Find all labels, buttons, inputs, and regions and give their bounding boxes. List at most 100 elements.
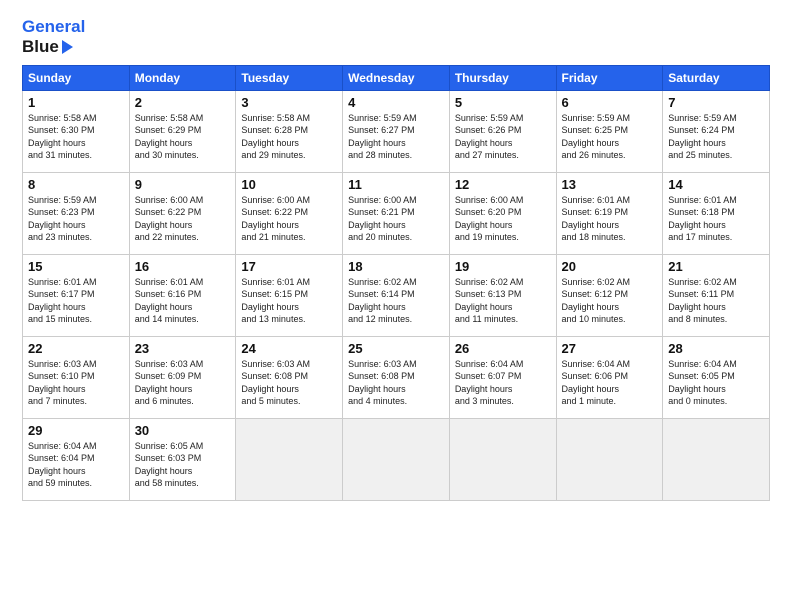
cell-info: Sunrise: 6:04 AMSunset: 6:06 PMDaylight … (562, 359, 631, 407)
calendar-table: SundayMondayTuesdayWednesdayThursdayFrid… (22, 65, 770, 501)
day-header-saturday: Saturday (663, 65, 770, 90)
cell-info: Sunrise: 5:59 AMSunset: 6:23 PMDaylight … (28, 195, 97, 243)
day-number: 28 (668, 341, 764, 356)
calendar-cell: 12Sunrise: 6:00 AMSunset: 6:20 PMDayligh… (449, 172, 556, 254)
calendar-cell: 27 Sunrise: 6:04 AMSunset: 6:06 PMDayligh… (556, 336, 663, 418)
day-number: 13 (562, 177, 658, 192)
day-number: 7 (668, 95, 764, 110)
calendar-week-1: 1 Sunrise: 5:58 AMSunset: 6:30 PMDaylight… (23, 90, 770, 172)
cell-info: Sunrise: 5:58 AMSunset: 6:28 PMDaylight … (241, 113, 310, 161)
cell-info: Sunrise: 6:01 AMSunset: 6:19 PMDaylight … (562, 195, 631, 243)
cell-info: Sunrise: 6:02 AMSunset: 6:11 PMDaylight … (668, 277, 737, 325)
cell-info: Sunrise: 5:59 AMSunset: 6:25 PMDaylight … (562, 113, 631, 161)
cell-info: Sunrise: 5:58 AMSunset: 6:29 PMDaylight … (135, 113, 204, 161)
day-number: 25 (348, 341, 444, 356)
cell-info: Sunrise: 5:59 AMSunset: 6:27 PMDaylight … (348, 113, 417, 161)
cell-info: Sunrise: 6:00 AMSunset: 6:21 PMDaylight … (348, 195, 417, 243)
calendar-cell (236, 418, 343, 500)
calendar-cell: 17 Sunrise: 6:01 AMSunset: 6:15 PMDayligh… (236, 254, 343, 336)
cell-info: Sunrise: 5:58 AMSunset: 6:30 PMDaylight … (28, 113, 97, 161)
day-number: 24 (241, 341, 337, 356)
logo-general: General (22, 17, 85, 36)
calendar-cell: 29 Sunrise: 6:04 AMSunset: 6:04 PMDayligh… (23, 418, 130, 500)
day-number: 30 (135, 423, 231, 438)
cell-info: Sunrise: 6:00 AMSunset: 6:22 PMDaylight … (135, 195, 204, 243)
calendar-cell: 4 Sunrise: 5:59 AMSunset: 6:27 PMDaylight… (343, 90, 450, 172)
calendar-week-4: 22 Sunrise: 6:03 AMSunset: 6:10 PMDayligh… (23, 336, 770, 418)
cell-info: Sunrise: 6:02 AMSunset: 6:13 PMDaylight … (455, 277, 524, 325)
day-number: 15 (28, 259, 124, 274)
day-number: 16 (135, 259, 231, 274)
day-number: 4 (348, 95, 444, 110)
calendar-cell: 2 Sunrise: 5:58 AMSunset: 6:29 PMDaylight… (129, 90, 236, 172)
day-number: 27 (562, 341, 658, 356)
calendar-cell: 20Sunrise: 6:02 AMSunset: 6:12 PMDayligh… (556, 254, 663, 336)
calendar-cell: 25 Sunrise: 6:03 AMSunset: 6:08 PMDayligh… (343, 336, 450, 418)
calendar-cell: 1 Sunrise: 5:58 AMSunset: 6:30 PMDaylight… (23, 90, 130, 172)
logo: General Blue (22, 18, 85, 57)
day-number: 10 (241, 177, 337, 192)
calendar-cell: 14 Sunrise: 6:01 AMSunset: 6:18 PMDayligh… (663, 172, 770, 254)
day-header-tuesday: Tuesday (236, 65, 343, 90)
day-header-sunday: Sunday (23, 65, 130, 90)
calendar-cell (556, 418, 663, 500)
cell-info: Sunrise: 6:04 AMSunset: 6:07 PMDaylight … (455, 359, 524, 407)
calendar-cell: 5 Sunrise: 5:59 AMSunset: 6:26 PMDaylight… (449, 90, 556, 172)
day-header-wednesday: Wednesday (343, 65, 450, 90)
day-number: 11 (348, 177, 444, 192)
cell-info: Sunrise: 6:01 AMSunset: 6:16 PMDaylight … (135, 277, 204, 325)
logo-blue: Blue (22, 37, 59, 57)
calendar-cell (449, 418, 556, 500)
cell-info: Sunrise: 6:03 AMSunset: 6:08 PMDaylight … (241, 359, 310, 407)
cell-info: Sunrise: 6:03 AMSunset: 6:10 PMDaylight … (28, 359, 97, 407)
cell-info: Sunrise: 6:04 AMSunset: 6:05 PMDaylight … (668, 359, 737, 407)
cell-info: Sunrise: 6:01 AMSunset: 6:18 PMDaylight … (668, 195, 737, 243)
day-number: 17 (241, 259, 337, 274)
calendar-cell: 13 Sunrise: 6:01 AMSunset: 6:19 PMDayligh… (556, 172, 663, 254)
day-number: 6 (562, 95, 658, 110)
calendar-header-row: SundayMondayTuesdayWednesdayThursdayFrid… (23, 65, 770, 90)
cell-info: Sunrise: 6:04 AMSunset: 6:04 PMDaylight … (28, 441, 97, 489)
day-number: 20 (562, 259, 658, 274)
calendar-cell (663, 418, 770, 500)
page-header: General Blue (22, 18, 770, 57)
cell-info: Sunrise: 6:00 AMSunset: 6:22 PMDaylight … (241, 195, 310, 243)
day-number: 29 (28, 423, 124, 438)
cell-info: Sunrise: 6:00 AMSunset: 6:20 PMDaylight … (455, 195, 524, 243)
cell-info: Sunrise: 6:05 AMSunset: 6:03 PMDaylight … (135, 441, 204, 489)
day-header-thursday: Thursday (449, 65, 556, 90)
cell-info: Sunrise: 6:03 AMSunset: 6:08 PMDaylight … (348, 359, 417, 407)
day-header-monday: Monday (129, 65, 236, 90)
cell-info: Sunrise: 6:02 AMSunset: 6:14 PMDaylight … (348, 277, 417, 325)
day-number: 18 (348, 259, 444, 274)
cell-info: Sunrise: 5:59 AMSunset: 6:26 PMDaylight … (455, 113, 524, 161)
day-number: 9 (135, 177, 231, 192)
calendar-cell: 22 Sunrise: 6:03 AMSunset: 6:10 PMDayligh… (23, 336, 130, 418)
day-number: 5 (455, 95, 551, 110)
calendar-cell: 7Sunrise: 5:59 AMSunset: 6:24 PMDaylight… (663, 90, 770, 172)
calendar-cell: 15Sunrise: 6:01 AMSunset: 6:17 PMDayligh… (23, 254, 130, 336)
calendar-cell: 8 Sunrise: 5:59 AMSunset: 6:23 PMDaylight… (23, 172, 130, 254)
day-number: 1 (28, 95, 124, 110)
calendar-week-2: 8 Sunrise: 5:59 AMSunset: 6:23 PMDaylight… (23, 172, 770, 254)
calendar-cell: 6 Sunrise: 5:59 AMSunset: 6:25 PMDaylight… (556, 90, 663, 172)
day-number: 22 (28, 341, 124, 356)
day-number: 21 (668, 259, 764, 274)
day-number: 23 (135, 341, 231, 356)
calendar-cell: 19 Sunrise: 6:02 AMSunset: 6:13 PMDayligh… (449, 254, 556, 336)
day-number: 26 (455, 341, 551, 356)
calendar-cell: 26 Sunrise: 6:04 AMSunset: 6:07 PMDayligh… (449, 336, 556, 418)
calendar-week-5: 29 Sunrise: 6:04 AMSunset: 6:04 PMDayligh… (23, 418, 770, 500)
calendar-cell: 18 Sunrise: 6:02 AMSunset: 6:14 PMDayligh… (343, 254, 450, 336)
calendar-cell (343, 418, 450, 500)
day-number: 2 (135, 95, 231, 110)
calendar-cell: 16 Sunrise: 6:01 AMSunset: 6:16 PMDayligh… (129, 254, 236, 336)
day-number: 14 (668, 177, 764, 192)
calendar-cell: 23Sunrise: 6:03 AMSunset: 6:09 PMDayligh… (129, 336, 236, 418)
cell-info: Sunrise: 6:01 AMSunset: 6:15 PMDaylight … (241, 277, 310, 325)
day-number: 19 (455, 259, 551, 274)
calendar-cell: 30 Sunrise: 6:05 AMSunset: 6:03 PMDayligh… (129, 418, 236, 500)
logo-arrow-icon (62, 40, 73, 54)
day-number: 8 (28, 177, 124, 192)
calendar-cell: 21 Sunrise: 6:02 AMSunset: 6:11 PMDayligh… (663, 254, 770, 336)
